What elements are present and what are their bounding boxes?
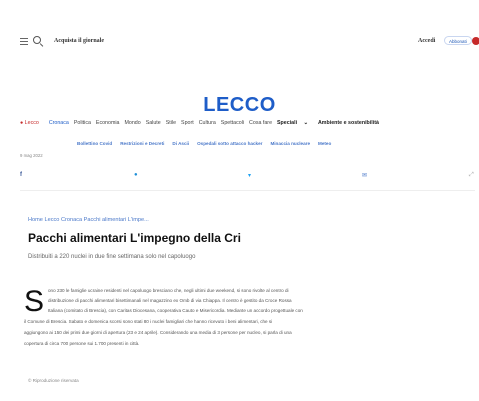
- nav-item[interactable]: Mondo: [124, 120, 140, 126]
- drop-cap: S: [24, 285, 45, 318]
- share-bar: f ● ▾ ✉ ⤢: [20, 170, 475, 182]
- nav-item[interactable]: Cosa fare: [249, 120, 272, 126]
- nav-item-cronaca[interactable]: Cronaca: [49, 120, 69, 126]
- nav-item[interactable]: Sport: [181, 120, 194, 126]
- divider: [20, 190, 475, 191]
- article-body: S ono 230 le famiglie ucraine residenti …: [24, 286, 473, 352]
- facebook-icon[interactable]: f: [20, 172, 22, 178]
- search-icon[interactable]: [33, 36, 41, 44]
- email-icon[interactable]: ✉: [362, 172, 367, 179]
- topic-link[interactable]: Restrizioni e Decreti: [120, 141, 164, 149]
- body-line: ono 230 le famiglie ucraine residenti ne…: [48, 288, 289, 293]
- login-link[interactable]: Accedi: [418, 38, 435, 44]
- breadcrumb[interactable]: Home Lecco Cronaca Pacchi alimentari L'i…: [28, 217, 149, 223]
- nav-item[interactable]: Spettacoli: [221, 120, 244, 126]
- nav-item[interactable]: Salute: [146, 120, 161, 126]
- nav-item[interactable]: Stile: [166, 120, 176, 126]
- hamburger-menu-icon[interactable]: [20, 38, 28, 45]
- link-icon[interactable]: ⤢: [469, 172, 474, 179]
- topic-link[interactable]: Di Ascii: [172, 141, 189, 149]
- nav-item-speciali-label: Speciali: [277, 120, 298, 126]
- copyright-note: © Riproduzione riservata: [28, 378, 79, 383]
- nav-item-ambiente[interactable]: Ambiente e sostenibilità: [318, 120, 379, 126]
- topic-link[interactable]: Minaccia nucleare: [270, 141, 310, 149]
- nav-item[interactable]: Politica: [74, 120, 91, 126]
- nav-item-lecco[interactable]: ● Lecco: [20, 120, 44, 126]
- body-line: aggiungono ai 150 dei primi due giorni d…: [24, 330, 292, 335]
- topic-link[interactable]: Ospedali sotto attacco hacker: [197, 141, 262, 149]
- site-logo[interactable]: LECCO: [0, 94, 479, 117]
- nav-item-speciali[interactable]: Speciali ⌄: [277, 120, 313, 126]
- top-bar: Acquista il giornale Accedi Abbonati: [0, 30, 479, 54]
- body-line: Italiana (comitato di Brescia), con Cari…: [48, 308, 303, 313]
- article-date: 9 mag 2022: [20, 153, 43, 158]
- buy-newspaper-link[interactable]: Acquista il giornale: [54, 38, 104, 44]
- topic-link[interactable]: Bollettino Covid: [77, 141, 112, 149]
- article-title: Pacchi alimentari L'impegno della Cri: [28, 231, 241, 245]
- nav-item[interactable]: Cultura: [199, 120, 216, 126]
- subscribe-button[interactable]: Abbonati: [444, 36, 472, 45]
- body-line: copertura di circa 700 persone sui 1.700…: [24, 341, 140, 346]
- topic-link[interactable]: Meteo: [318, 141, 331, 149]
- whatsapp-icon[interactable]: ●: [134, 172, 138, 178]
- nav-item-lecco-label: Lecco: [24, 120, 39, 126]
- article-subtitle: Distribuiti a 220 nuclei in due fine set…: [28, 254, 196, 260]
- body-line: distribuzione di pacchi alimentari biset…: [48, 298, 292, 303]
- notification-badge[interactable]: [472, 37, 479, 45]
- topic-nav: Bollettino Covid Restrizioni e Decreti D…: [77, 141, 339, 149]
- chevron-down-icon: ⌄: [303, 120, 308, 126]
- twitter-icon[interactable]: ▾: [248, 172, 251, 179]
- body-line: il Comune di Brescia. Sabato e domenica …: [24, 319, 273, 324]
- nav-item[interactable]: Economia: [96, 120, 120, 126]
- main-nav: ● Lecco Cronaca Politica Economia Mondo …: [20, 118, 384, 128]
